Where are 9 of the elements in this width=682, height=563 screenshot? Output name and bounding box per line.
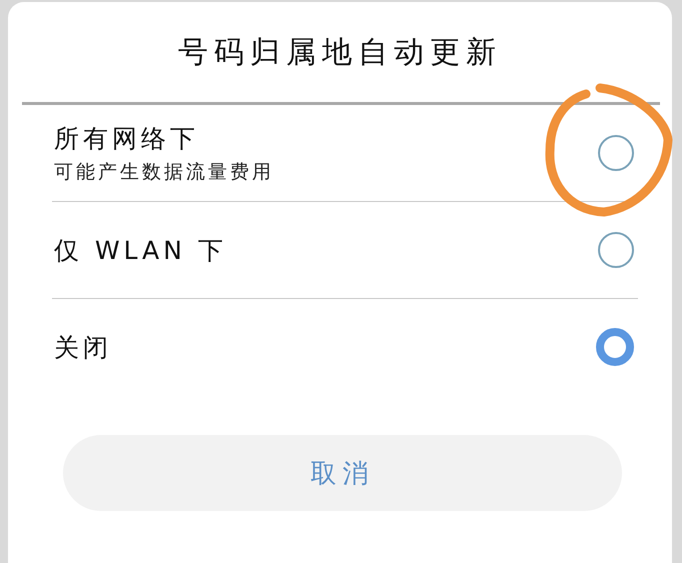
option-label: 所有网络下 (54, 122, 200, 154)
option-label: 关闭 (54, 332, 112, 364)
option-label: 仅 WLAN 下 (54, 234, 227, 266)
cancel-button[interactable]: 取消 (63, 435, 622, 511)
radio-button[interactable] (598, 232, 634, 268)
radio-button[interactable] (598, 135, 634, 171)
option-hint: 可能产生数据流量费用 (54, 160, 274, 184)
dialog-title: 号码归属地自动更新 (177, 34, 503, 72)
radio-button[interactable] (596, 328, 634, 366)
